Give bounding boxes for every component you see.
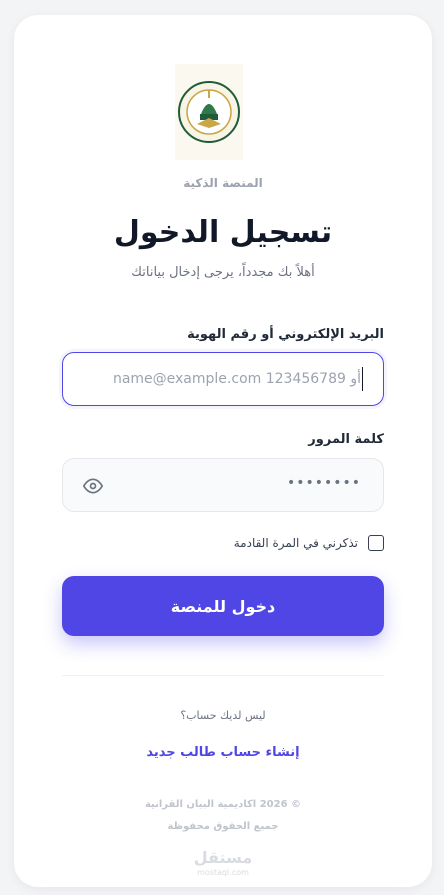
login-button[interactable]: دخول للمنصة (62, 576, 384, 636)
page-title: تسجيل الدخول (113, 215, 333, 250)
divider (62, 675, 384, 676)
remember-checkbox[interactable] (368, 535, 384, 551)
email-field[interactable]: name@example.com أو 123456789 (62, 352, 384, 406)
login-card: المنصة الذكية تسجيل الدخول أهلاً بك مجدد… (14, 15, 432, 887)
page-subtitle: أهلاً بك مجدداً، يرجى إدخال بياناتك (131, 265, 315, 280)
email-label: البريد الإلكتروني أو رقم الهوية (187, 327, 384, 342)
email-placeholder: name@example.com أو 123456789 (112, 371, 361, 387)
text-caret (361, 367, 363, 391)
eye-icon[interactable] (83, 476, 103, 496)
no-account-text: ليس لديك حساب؟ (180, 709, 266, 722)
watermark-logo: مستقل (193, 848, 253, 867)
watermark-url: mostaql.com (197, 868, 249, 877)
remember-label: تذكرني في المرة القادمة (233, 536, 358, 550)
create-account-link[interactable]: إنشاء حساب طالب جديد (14, 745, 432, 760)
academy-logo (175, 64, 243, 160)
password-value: •••••••• (286, 475, 361, 491)
copyright-text: © 2026 اكاديمية البيان القرانية (144, 799, 302, 810)
password-label: كلمة المرور (308, 432, 384, 447)
rights-text: جميع الحقوق محفوظة (167, 821, 279, 832)
platform-name: المنصة الذكية (183, 176, 263, 190)
logo-emblem (178, 81, 240, 143)
password-field[interactable]: •••••••• (62, 458, 384, 512)
remember-me[interactable]: تذكرني في المرة القادمة (234, 535, 384, 551)
